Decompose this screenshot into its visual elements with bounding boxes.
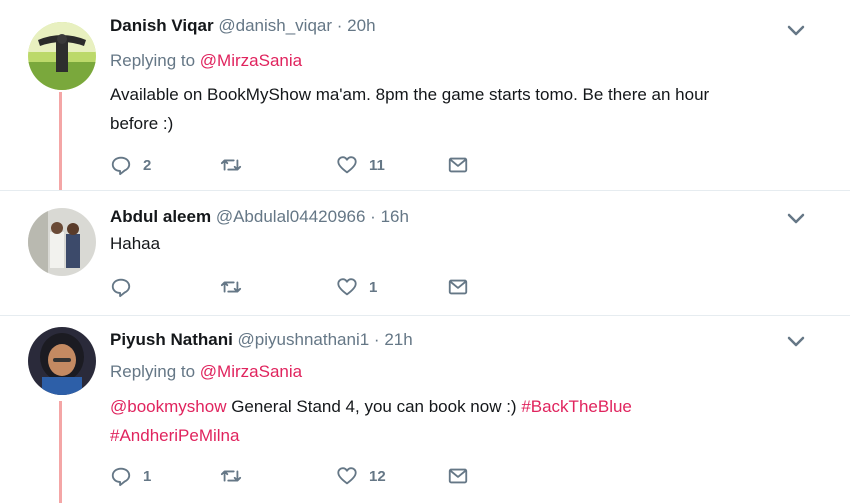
envelope-icon bbox=[448, 157, 468, 173]
chevron-down-icon[interactable] bbox=[786, 24, 806, 38]
chevron-down-icon[interactable] bbox=[786, 212, 806, 226]
hashtag-link[interactable]: #AndheriPeMilna bbox=[110, 426, 239, 445]
retweet-icon bbox=[220, 281, 242, 293]
reply-icon bbox=[111, 156, 131, 176]
like-button[interactable]: 1 bbox=[336, 275, 377, 299]
replying-to-mention[interactable]: @MirzaSania bbox=[200, 51, 302, 70]
timestamp[interactable]: 21h bbox=[384, 330, 412, 349]
replying-to: Replying to @MirzaSania bbox=[110, 51, 302, 71]
avatar[interactable] bbox=[28, 208, 96, 276]
direct-message-button[interactable] bbox=[447, 153, 469, 177]
reply-icon bbox=[111, 467, 131, 487]
reply-button[interactable]: 2 bbox=[110, 153, 151, 177]
retweet-button[interactable] bbox=[220, 464, 253, 488]
thread-line bbox=[59, 92, 62, 190]
user-handle[interactable]: @danish_viqar bbox=[218, 16, 332, 35]
reply-count: 1 bbox=[143, 467, 152, 485]
tweet-piyush-nathani[interactable]: Piyush Nathani @piyushnathani1 · 21h Rep… bbox=[0, 315, 850, 503]
reply-icon bbox=[111, 278, 131, 298]
tweet-text: @bookmyshow General Stand 4, you can boo… bbox=[110, 392, 810, 450]
retweet-icon bbox=[220, 470, 242, 482]
direct-message-button[interactable] bbox=[447, 275, 469, 299]
tweet-text-line: Available on BookMyShow ma'am. 8pm the g… bbox=[110, 85, 710, 104]
tweet-actions: 2 11 bbox=[110, 153, 510, 177]
user-handle[interactable]: @piyushnathani1 bbox=[238, 330, 370, 349]
avatar[interactable] bbox=[28, 22, 96, 90]
mention-link[interactable]: @bookmyshow bbox=[110, 397, 226, 416]
replying-to-label: Replying to bbox=[110, 51, 196, 70]
separator-dot: · bbox=[373, 330, 380, 349]
like-count: 11 bbox=[369, 156, 385, 174]
retweet-button[interactable] bbox=[220, 275, 253, 299]
tweet-abdul-aleem[interactable]: Abdul aleem @Abdulal04420966 · 16h Hahaa… bbox=[0, 190, 850, 315]
like-button[interactable]: 12 bbox=[336, 464, 386, 488]
envelope-icon bbox=[448, 468, 468, 484]
like-count: 12 bbox=[369, 467, 386, 485]
tweet-text-line: #AndheriPeMilna bbox=[110, 421, 810, 450]
reply-count: 2 bbox=[143, 156, 152, 174]
like-button[interactable]: 11 bbox=[336, 153, 385, 177]
tweet-text-line: @bookmyshow General Stand 4, you can boo… bbox=[110, 392, 810, 421]
replying-to-mention[interactable]: @MirzaSania bbox=[200, 362, 302, 381]
avatar[interactable] bbox=[28, 327, 96, 395]
replying-to: Replying to @MirzaSania bbox=[110, 362, 302, 382]
retweet-icon bbox=[220, 159, 242, 171]
tweet-header: Abdul aleem @Abdulal04420966 · 16h bbox=[110, 207, 409, 227]
direct-message-button[interactable] bbox=[447, 464, 469, 488]
tweet-text: Available on BookMyShow ma'am. 8pm the g… bbox=[110, 80, 810, 138]
display-name[interactable]: Danish Viqar bbox=[110, 16, 214, 35]
heart-icon bbox=[337, 278, 357, 296]
tweet-actions: 1 12 bbox=[110, 464, 510, 488]
reply-button[interactable]: 1 bbox=[110, 464, 151, 488]
timestamp[interactable]: 20h bbox=[347, 16, 375, 35]
tweet-header: Danish Viqar @danish_viqar · 20h bbox=[110, 16, 376, 36]
heart-icon bbox=[337, 467, 357, 485]
display-name[interactable]: Abdul aleem bbox=[110, 207, 211, 226]
replying-to-label: Replying to bbox=[110, 362, 196, 381]
thread-line bbox=[59, 401, 62, 503]
tweet-header: Piyush Nathani @piyushnathani1 · 21h bbox=[110, 330, 413, 350]
user-handle[interactable]: @Abdulal04420966 bbox=[216, 207, 366, 226]
display-name[interactable]: Piyush Nathani bbox=[110, 330, 233, 349]
retweet-button[interactable] bbox=[220, 153, 253, 177]
tweet-actions: 1 bbox=[110, 275, 510, 299]
tweet-text-line: before :) bbox=[110, 114, 174, 133]
heart-icon bbox=[337, 156, 357, 174]
tweet-danish-viqar[interactable]: Danish Viqar @danish_viqar · 20h Replyin… bbox=[0, 0, 850, 190]
like-count: 1 bbox=[369, 278, 378, 296]
tweet-text: Hahaa bbox=[110, 229, 810, 258]
separator-dot: · bbox=[370, 207, 376, 226]
timestamp[interactable]: 16h bbox=[381, 207, 409, 226]
chevron-down-icon[interactable] bbox=[786, 335, 806, 349]
separator-dot: · bbox=[336, 16, 343, 35]
tweet-text-line: Hahaa bbox=[110, 234, 161, 253]
reply-button[interactable] bbox=[110, 275, 143, 299]
tweet-text-fragment: General Stand 4, you can book now :) bbox=[226, 397, 522, 416]
envelope-icon bbox=[448, 279, 468, 295]
hashtag-link[interactable]: #BackTheBlue bbox=[521, 397, 632, 416]
